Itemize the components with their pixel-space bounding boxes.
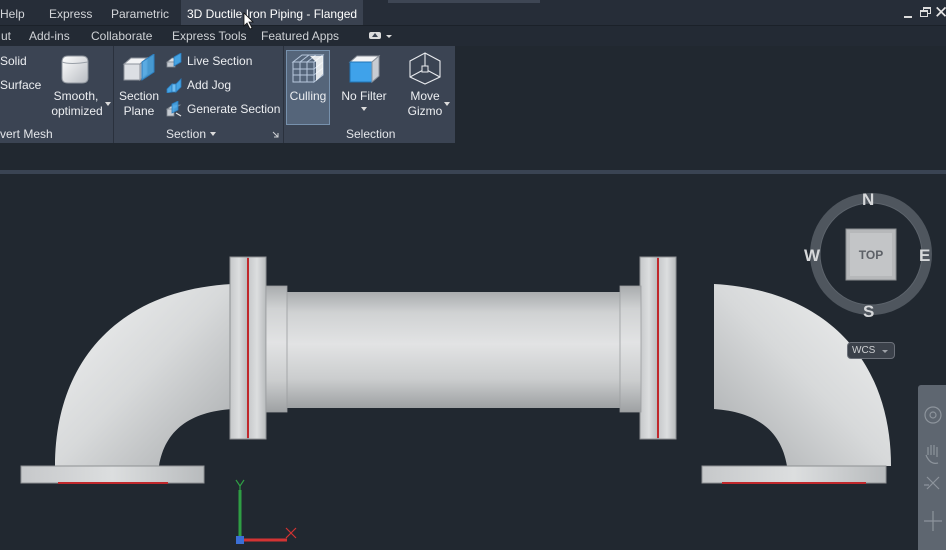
ribbon-minimize-dropdown[interactable] (369, 29, 392, 43)
steering-wheel-icon (924, 406, 942, 424)
right-bottom-flange (701, 465, 887, 484)
selection-panel-title: Selection (346, 127, 396, 141)
pan-hand-icon (925, 445, 939, 464)
tab-help[interactable]: Help (0, 0, 25, 25)
generate-section-button[interactable]: Generate Section (166, 100, 281, 118)
tab-express[interactable]: Express (49, 0, 92, 25)
ribbon-panel: Solid Surface Smooth, optimized vert Mes… (0, 46, 455, 143)
compass-south[interactable]: S (863, 302, 874, 322)
convert-to-surface-label: Surface (0, 78, 42, 92)
orbit-icon (924, 511, 942, 531)
left-flange-b (247, 256, 267, 440)
ribbon-tab-row: ut Add-ins Collaborate Express Tools Fea… (0, 25, 946, 46)
convert-to-solid-label: Solid (0, 54, 27, 68)
right-flange-a (639, 256, 659, 440)
mouse-cursor-icon (243, 12, 254, 30)
navigation-bar-tools (924, 406, 942, 531)
close-icon[interactable]: ✕ (934, 4, 946, 22)
culling-icon (291, 53, 325, 84)
convert-to-solid-button[interactable]: Solid (0, 52, 27, 70)
convert-to-surface-button[interactable]: Surface (0, 76, 41, 94)
chevron-down-icon[interactable] (210, 132, 216, 136)
generate-section-label: Generate Section (187, 102, 281, 116)
panel-launcher-icon[interactable] (272, 131, 279, 138)
ribbon-toggle-icon (369, 32, 381, 39)
center-pipe (286, 292, 622, 408)
add-jog-icon (166, 78, 182, 93)
chevron-down-icon (386, 35, 392, 38)
navigation-bar (918, 385, 946, 550)
live-section-button[interactable]: Live Section (166, 52, 266, 70)
ribbon-tab-layout[interactable]: ut (1, 26, 11, 46)
left-bottom-flange (20, 465, 205, 484)
left-elbow (55, 284, 232, 466)
zoom-extents-icon (924, 476, 940, 490)
minimize-icon[interactable] (904, 7, 914, 19)
ribbon-tab-collaborate[interactable]: Collaborate (91, 26, 152, 46)
document-tab-bar: Help Express Parametric 3D Ductile Iron … (0, 0, 946, 25)
wcs-menu[interactable]: WCS (847, 342, 895, 359)
culling-label: Culling (289, 89, 327, 103)
left-hub (265, 285, 288, 413)
title-strip (388, 0, 540, 3)
section-plane-button[interactable] (116, 50, 162, 124)
viewcube-top-label[interactable]: TOP (846, 248, 896, 262)
right-flange-b (657, 256, 677, 440)
section-panel-title[interactable]: Section (166, 125, 206, 143)
panel-divider (283, 46, 284, 143)
live-section-label: Live Section (187, 54, 253, 68)
add-jog-label: Add Jog (187, 78, 232, 92)
compass-north[interactable]: N (862, 190, 874, 210)
generate-section-icon (166, 101, 182, 117)
tab-parametric[interactable]: Parametric (111, 0, 169, 25)
right-hub (619, 285, 642, 413)
left-flange-a (229, 256, 249, 440)
pipe-model (20, 193, 932, 544)
tab-ductile-iron-piping[interactable]: 3D Ductile Iron Piping - Flanged (181, 0, 364, 25)
move-gizmo-button[interactable] (400, 50, 452, 124)
ribbon-tab-add-ins[interactable]: Add-ins (29, 26, 70, 46)
add-jog-button[interactable]: Add Jog (166, 76, 266, 94)
restore-icon[interactable] (920, 7, 932, 19)
ribbon-tab-express-tools[interactable]: Express Tools (172, 26, 246, 46)
ucs-icon (235, 479, 297, 544)
compass-east[interactable]: E (919, 246, 930, 266)
panel-divider (113, 46, 114, 143)
live-section-icon (166, 53, 182, 68)
compass-west[interactable]: W (804, 246, 820, 266)
ribbon-tab-featured-apps[interactable]: Featured Apps (261, 26, 339, 46)
mesh-panel-title: vert Mesh (0, 127, 53, 141)
smooth-optimized-button[interactable] (48, 50, 112, 124)
no-filter-button[interactable] (336, 50, 392, 124)
